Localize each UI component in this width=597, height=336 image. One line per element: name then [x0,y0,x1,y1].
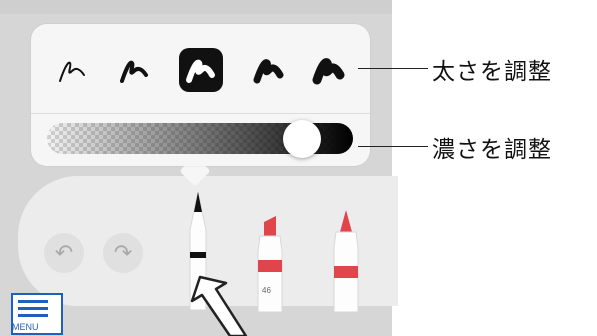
opacity-callout-label: 濃さを調整 [432,137,552,163]
pointer-arrow [190,275,248,336]
thickness-callout-label: 太さを調整 [432,59,552,85]
redo-icon: ↷ [113,240,133,266]
stroke-settings-popover [31,24,370,166]
thickness-option-thickest[interactable] [307,48,351,92]
thickness-option-thin[interactable] [113,48,157,92]
pencil-tool[interactable] [328,208,364,312]
undo-icon: ↶ [54,240,74,266]
redo-button[interactable]: ↷ [103,233,143,273]
stroke-medium-icon [186,59,215,83]
thickness-option-medium[interactable] [179,48,223,92]
thickness-option-thick[interactable] [247,48,291,92]
stroke-thin-icon [120,60,148,83]
thickness-selector [31,24,370,113]
menu-label: MENU [12,322,39,332]
undo-button[interactable]: ↶ [44,233,84,273]
stroke-thinnest-icon [59,61,85,82]
top-strip [0,0,392,14]
opacity-callout-line [358,146,428,147]
popover-divider [31,113,370,114]
opacity-slider-thumb[interactable] [283,120,321,158]
stroke-thick-icon [253,59,284,84]
thickness-option-thinnest[interactable] [51,48,95,92]
thickness-callout-line [358,68,428,69]
stroke-thickest-icon [312,58,345,85]
